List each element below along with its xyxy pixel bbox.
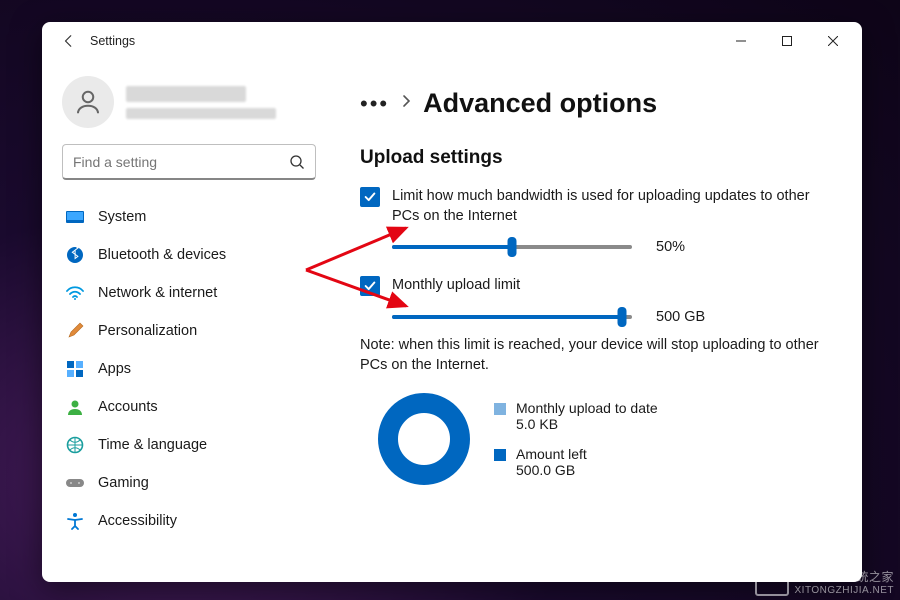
- watermark-line2: XITONGZHIJIA.NET: [795, 585, 895, 597]
- legend-left-value: 500.0 GB: [516, 462, 587, 478]
- sidebar-item-accessibility[interactable]: Accessibility: [62, 502, 316, 540]
- sidebar-item-network[interactable]: Network & internet: [62, 274, 316, 312]
- minimize-button[interactable]: [718, 25, 764, 57]
- monthly-label: Monthly upload limit: [392, 276, 520, 296]
- bandwidth-option: Limit how much bandwidth is used for upl…: [360, 187, 840, 226]
- main-content: ••• Advanced options Upload settings Lim…: [332, 60, 862, 582]
- bandwidth-label: Limit how much bandwidth is used for upl…: [392, 187, 840, 226]
- legend-uploaded-value: 5.0 KB: [516, 416, 658, 432]
- globe-icon: [66, 436, 84, 454]
- window-controls: [718, 25, 856, 57]
- sidebar-item-label: Accessibility: [98, 513, 177, 529]
- apps-icon: [66, 360, 84, 378]
- section-title: Upload settings: [360, 147, 840, 169]
- legend-swatch-icon: [494, 449, 506, 461]
- sidebar-item-personalization[interactable]: Personalization: [62, 312, 316, 350]
- bandwidth-checkbox[interactable]: [360, 187, 380, 207]
- chevron-right-icon: [401, 94, 411, 113]
- titlebar: Settings: [42, 22, 862, 60]
- bluetooth-icon: [66, 246, 84, 264]
- sidebar-item-label: Gaming: [98, 475, 149, 491]
- watermark-logo-icon: [755, 568, 789, 596]
- legend-swatch-icon: [494, 403, 506, 415]
- donut-chart: [378, 393, 470, 485]
- search-icon: [289, 154, 305, 170]
- bandwidth-value: 50%: [656, 239, 716, 255]
- limit-note: Note: when this limit is reached, your d…: [360, 336, 840, 375]
- bandwidth-slider[interactable]: [392, 238, 632, 256]
- monthly-slider-row: 500 GB: [392, 308, 840, 326]
- wifi-icon: [66, 284, 84, 302]
- search-input[interactable]: [73, 154, 289, 170]
- maximize-button[interactable]: [764, 25, 810, 57]
- sidebar-item-label: Personalization: [98, 323, 197, 339]
- close-button[interactable]: [810, 25, 856, 57]
- bandwidth-slider-row: 50%: [392, 238, 840, 256]
- profile-email-redacted: [126, 108, 276, 119]
- legend: Monthly upload to date 5.0 KB Amount lef…: [494, 400, 658, 478]
- monthly-checkbox[interactable]: [360, 276, 380, 296]
- nav-list: System Bluetooth & devices Network & int…: [62, 198, 316, 582]
- sidebar-item-gaming[interactable]: Gaming: [62, 464, 316, 502]
- monthly-option: Monthly upload limit: [360, 276, 840, 296]
- window-title: Settings: [90, 34, 135, 48]
- profile-block[interactable]: [62, 76, 316, 128]
- breadcrumb-ellipsis[interactable]: •••: [360, 91, 389, 117]
- avatar: [62, 76, 114, 128]
- page-title: Advanced options: [423, 88, 657, 119]
- back-button[interactable]: [56, 28, 82, 54]
- usage-chart: Monthly upload to date 5.0 KB Amount lef…: [378, 393, 840, 485]
- sidebar-item-label: System: [98, 209, 146, 225]
- brush-icon: [66, 322, 84, 340]
- gaming-icon: [66, 474, 84, 492]
- sidebar-item-time[interactable]: Time & language: [62, 426, 316, 464]
- sidebar-item-label: Time & language: [98, 437, 207, 453]
- monthly-value: 500 GB: [656, 309, 716, 325]
- sidebar-item-system[interactable]: System: [62, 198, 316, 236]
- monthly-slider[interactable]: [392, 308, 632, 326]
- legend-left-label: Amount left: [516, 446, 587, 462]
- watermark: 系统之家 XITONGZHIJIA.NET: [755, 568, 895, 596]
- watermark-line1: 系统之家: [795, 571, 895, 585]
- legend-item-uploaded: Monthly upload to date 5.0 KB: [494, 400, 658, 432]
- breadcrumb: ••• Advanced options: [360, 88, 840, 119]
- legend-uploaded-label: Monthly upload to date: [516, 400, 658, 416]
- sidebar-item-accounts[interactable]: Accounts: [62, 388, 316, 426]
- profile-text: [126, 86, 276, 119]
- system-icon: [66, 208, 84, 226]
- sidebar: System Bluetooth & devices Network & int…: [42, 60, 332, 582]
- sidebar-item-label: Apps: [98, 361, 131, 377]
- legend-item-left: Amount left 500.0 GB: [494, 446, 658, 478]
- sidebar-item-bluetooth[interactable]: Bluetooth & devices: [62, 236, 316, 274]
- sidebar-item-apps[interactable]: Apps: [62, 350, 316, 388]
- sidebar-item-label: Accounts: [98, 399, 158, 415]
- sidebar-item-label: Bluetooth & devices: [98, 247, 226, 263]
- accessibility-icon: [66, 512, 84, 530]
- search-box[interactable]: [62, 144, 316, 180]
- settings-window: Settings: [42, 22, 862, 582]
- profile-name-redacted: [126, 86, 246, 102]
- sidebar-item-label: Network & internet: [98, 285, 217, 301]
- accounts-icon: [66, 398, 84, 416]
